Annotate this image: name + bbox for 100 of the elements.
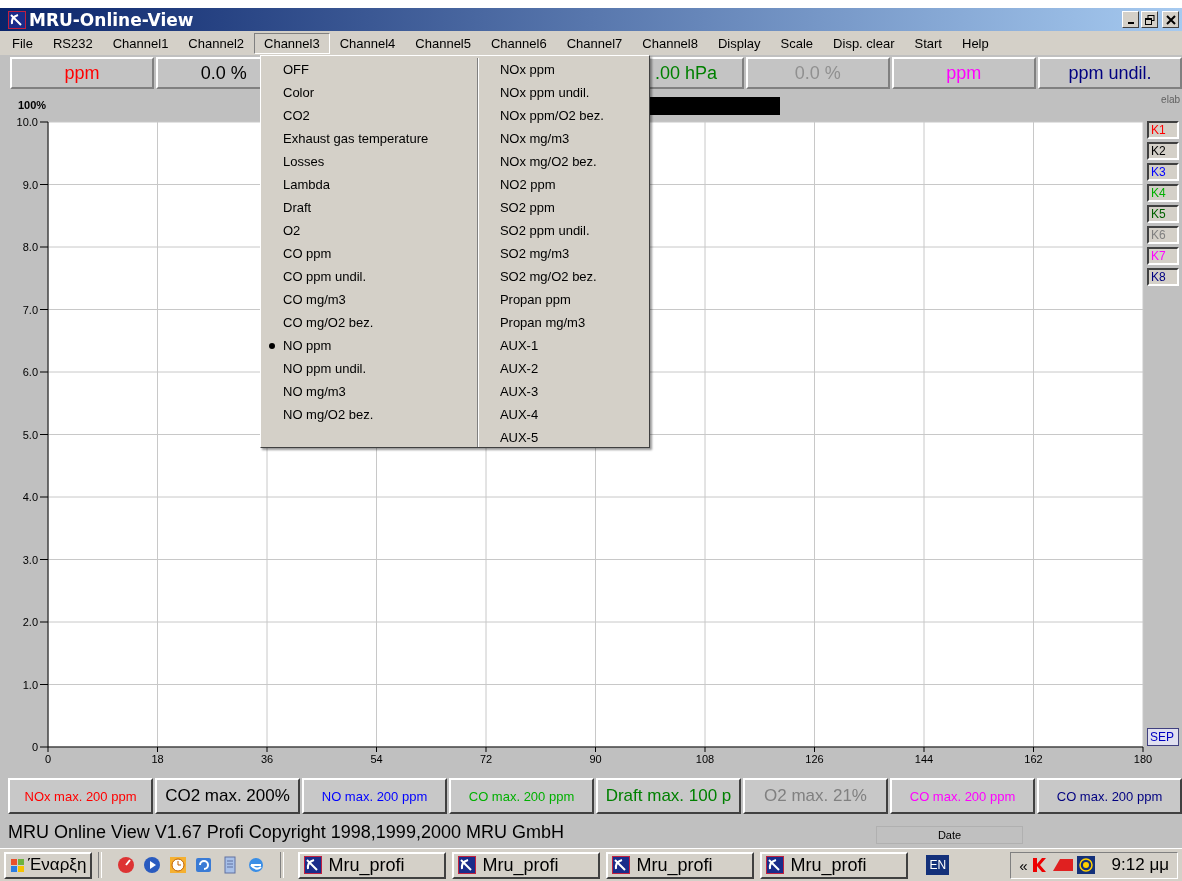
x-tick-label: 54: [370, 753, 383, 765]
menu-item[interactable]: Channel6: [481, 32, 557, 54]
menu-option[interactable]: NO mg/m3: [261, 380, 477, 403]
menu-option[interactable]: Propan mg/m3: [477, 311, 649, 334]
x-tick-label: 36: [260, 753, 274, 765]
readout-value: ppm: [946, 62, 982, 84]
scale-label: 100%: [18, 99, 47, 111]
x-tick-label: 162: [1024, 753, 1043, 765]
menu-item[interactable]: Channel2: [178, 32, 254, 54]
taskbar-button[interactable]: Mru_profi: [606, 851, 755, 879]
close-icon: [1165, 14, 1176, 25]
menu-option[interactable]: AUX-2: [477, 357, 649, 380]
menu-option[interactable]: Propan ppm: [477, 288, 649, 311]
x-tick-label: 126: [805, 753, 824, 765]
y-tick-label: 9.0: [22, 178, 38, 191]
sep-button[interactable]: SEP: [1147, 728, 1179, 746]
menu-item[interactable]: Channel7: [556, 32, 633, 54]
menu-option[interactable]: SO2 ppm undil.: [477, 219, 649, 242]
language-indicator[interactable]: EN: [926, 855, 950, 875]
taskbar-button[interactable]: Mru_profi: [452, 851, 601, 879]
menu-option[interactable]: SO2 mg/m3: [477, 242, 649, 265]
menu-item[interactable]: Start: [904, 32, 952, 54]
channel-button[interactable]: K5: [1147, 205, 1179, 223]
channel-button[interactable]: K2: [1147, 142, 1179, 160]
menu-item[interactable]: Channel4: [329, 32, 406, 54]
start-button[interactable]: Έναρξη: [4, 851, 93, 879]
window-title: MRU-Online-View: [29, 9, 194, 30]
menu-option[interactable]: CO mg/O2 bez.: [261, 311, 477, 334]
menu-option[interactable]: AUX-3: [477, 380, 649, 403]
menu-option[interactable]: NO mg/O2 bez.: [261, 403, 477, 426]
menu-option[interactable]: Draft: [261, 196, 477, 219]
wireless-tray-icon[interactable]: [1076, 856, 1095, 874]
channel-button[interactable]: K8: [1147, 268, 1179, 286]
menu-option[interactable]: NOx ppm: [477, 58, 649, 81]
channel-max-label: Draft max. 100 p: [596, 778, 741, 814]
tray-expand-button[interactable]: «: [1019, 856, 1028, 874]
menu-option[interactable]: Losses: [261, 150, 477, 173]
readout-value: ppm: [64, 62, 100, 84]
readout-value: .00 hPa: [654, 62, 717, 84]
channel-max-label: CO2 max. 200%: [155, 778, 300, 814]
play-icon[interactable]: [142, 855, 163, 875]
shield-tray-icon[interactable]: [1030, 856, 1049, 874]
y-tick-label: 10.0: [16, 116, 38, 128]
y-tick-label: 3.0: [22, 553, 38, 566]
taskbar-button[interactable]: Mru_profi: [298, 851, 447, 879]
channel-button[interactable]: K3: [1147, 163, 1179, 181]
readout-value: ppm undil.: [1068, 62, 1152, 84]
menu-item[interactable]: Scale: [770, 32, 824, 54]
readout-value: 0.0 %: [200, 62, 247, 84]
close-button[interactable]: [1162, 11, 1179, 28]
y-tick-label: 0: [31, 741, 38, 753]
y-tick-label: 8.0: [22, 241, 38, 253]
restore-button[interactable]: [1141, 11, 1158, 28]
menu-option[interactable]: CO2: [261, 104, 477, 127]
menu-item[interactable]: Channel5: [405, 32, 481, 54]
menu-option[interactable]: AUX-4: [477, 403, 649, 426]
menu-option[interactable]: SO2 mg/O2 bez.: [477, 265, 649, 288]
menu-option[interactable]: SO2 ppm: [477, 196, 649, 219]
menu-option[interactable]: NOx ppm undil.: [477, 81, 649, 104]
menu-option[interactable]: NOx mg/O2 bez.: [477, 150, 649, 173]
status-text: MRU Online View V1.67 Profi Copyright 1998,1999,2000 MRU GmbH: [8, 821, 564, 843]
menu-item[interactable]: Channel1: [102, 32, 179, 54]
minimize-button[interactable]: [1122, 11, 1139, 28]
windows-flag-icon: [10, 857, 26, 873]
menu-option[interactable]: NOx mg/m3: [477, 127, 649, 150]
menu-option[interactable]: Color: [261, 81, 477, 104]
x-tick-label: 18: [151, 753, 164, 765]
menu-item[interactable]: Disp. clear: [823, 32, 905, 54]
y-tick-label: 6.0: [22, 366, 38, 378]
menu-option[interactable]: NO2 ppm: [477, 173, 649, 196]
menu-item[interactable]: File: [2, 32, 43, 54]
menu-option[interactable]: O2: [261, 219, 477, 242]
menu-option[interactable]: Exhaust gas temperature: [261, 127, 477, 150]
clock: 9:12 μμ: [1111, 855, 1169, 875]
channel-max-label: NO max. 200 ppm: [302, 778, 447, 814]
menu-option[interactable]: OFF: [261, 58, 477, 81]
x-tick-label: 0: [44, 753, 52, 765]
menu-item[interactable]: Display: [707, 32, 771, 54]
menu-item[interactable]: Channel3: [254, 32, 330, 54]
menu-item[interactable]: Channel8: [632, 32, 708, 54]
x-tick-label: 108: [695, 753, 715, 765]
menu-option[interactable]: AUX-1: [477, 334, 649, 357]
menu-option[interactable]: NOx ppm/O2 bez.: [477, 104, 649, 127]
channel-max-label: O2 max. 21%: [743, 778, 888, 814]
x-tick-label: 144: [914, 753, 934, 765]
menu-option[interactable]: NO ppm undil.: [261, 357, 477, 380]
channel-max-label: NOx max. 200 ppm: [8, 778, 153, 814]
menu-item[interactable]: RS232: [42, 32, 103, 54]
menu-option[interactable]: CO mg/m3: [261, 288, 477, 311]
taskbar-button[interactable]: Mru_profi: [760, 851, 909, 879]
menu-option[interactable]: AUX-5: [477, 426, 649, 449]
gauge-icon[interactable]: [116, 855, 137, 875]
menu-option[interactable]: Lambda: [261, 173, 477, 196]
clock-icon[interactable]: [168, 855, 189, 875]
y-tick-label: 1.0: [22, 678, 38, 691]
menu-option[interactable]: NO ppm: [261, 334, 477, 357]
menu-item[interactable]: Help: [952, 32, 999, 54]
y-tick-label: 2.0: [22, 616, 38, 628]
menu-option[interactable]: CO ppm: [261, 242, 477, 265]
menu-option[interactable]: CO ppm undil.: [261, 265, 477, 288]
